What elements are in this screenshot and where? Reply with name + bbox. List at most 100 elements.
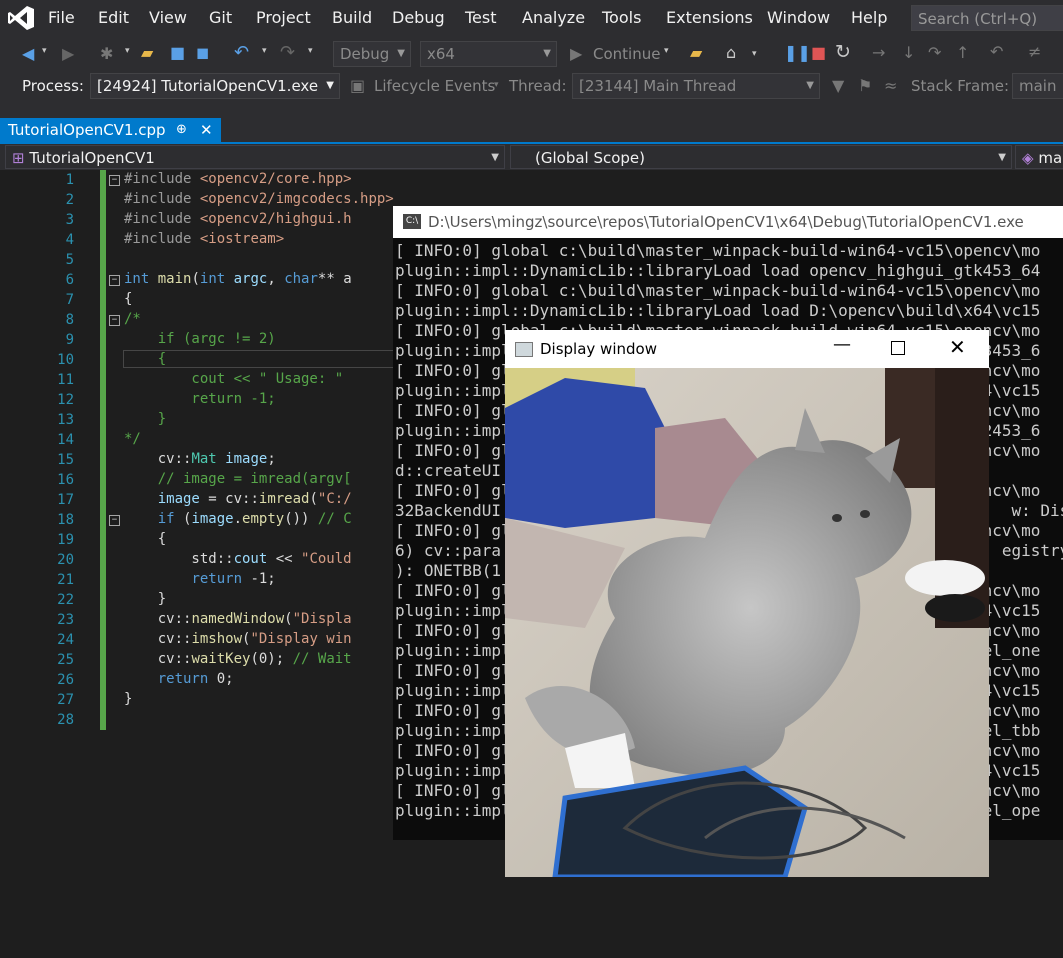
minimize-icon[interactable]: — [833, 334, 851, 355]
line-number: 16 [57, 472, 74, 488]
format-icon[interactable]: ≠ [1028, 42, 1041, 61]
display-window-title-bar[interactable]: Display window — ✕ [505, 330, 989, 368]
code-line: if (image.empty()) // C [157, 511, 352, 527]
scope-dropdown[interactable]: (Global Scope) ▼ [510, 145, 1012, 169]
search-input[interactable]: Search (Ctrl+Q) [911, 5, 1063, 31]
visual-studio-logo-icon[interactable] [6, 4, 36, 32]
line-number: 19 [57, 532, 74, 548]
open-folder-icon[interactable]: ▰ [141, 43, 153, 62]
undo-icon[interactable]: ↶ [234, 42, 249, 63]
fold-toggle-icon[interactable]: − [109, 175, 120, 186]
save-all-icon[interactable]: ◼ [196, 43, 209, 62]
code-line: { [124, 531, 167, 547]
line-number: 6 [65, 272, 74, 288]
new-project-icon[interactable]: ✱ [100, 44, 113, 63]
application-insights-icon[interactable]: ⌂ [726, 43, 736, 62]
show-threads-icon[interactable]: ≈ [884, 76, 897, 95]
code-line: } [124, 411, 167, 427]
lifecycle-events-button[interactable]: Lifecycle Events [374, 77, 495, 95]
insights-dropdown-icon[interactable]: ▾ [752, 49, 757, 59]
menu-edit[interactable]: Edit [98, 8, 129, 27]
project-name: TutorialOpenCV1 [29, 149, 155, 167]
code-line: #include <iostream> [124, 231, 285, 247]
menu-help[interactable]: Help [851, 8, 887, 27]
line-number: 9 [65, 332, 74, 348]
step-into-icon[interactable]: ↓ [902, 43, 915, 62]
continue-button[interactable]: Continue [593, 45, 660, 63]
line-number: 28 [57, 712, 74, 728]
thread-select[interactable]: [23144] Main Thread ▼ [572, 73, 820, 99]
undo-dropdown-icon[interactable]: ▾ [262, 46, 267, 56]
console-title: D:\Users\mingz\source\repos\TutorialOpen… [428, 213, 1024, 231]
close-icon[interactable]: ✕ [949, 335, 966, 359]
process-select[interactable]: [24924] TutorialOpenCV1.exe ▼ [90, 73, 340, 99]
back-dropdown-icon[interactable]: ▾ [42, 46, 47, 56]
pin-tab-icon[interactable]: ⊕ [176, 118, 187, 142]
line-number: 15 [57, 452, 74, 468]
window-app-icon [515, 342, 533, 357]
code-line: cout << " Usage: " [124, 371, 344, 387]
solution-platform-select[interactable]: x64 ▼ [420, 41, 557, 67]
code-line: #include <opencv2/highgui.h [124, 211, 352, 227]
redo-dropdown-icon[interactable]: ▾ [308, 46, 313, 56]
fold-toggle-icon[interactable]: − [109, 515, 120, 526]
member-dropdown[interactable]: ◈ ma [1015, 145, 1063, 169]
break-all-icon[interactable]: ❚❚ [784, 43, 811, 62]
console-title-bar[interactable]: C:\ D:\Users\mingz\source\repos\Tutorial… [393, 206, 1063, 238]
code-line: int main(int argc, char** a [124, 271, 352, 287]
line-number: 1 [65, 172, 74, 188]
line-number: 13 [57, 412, 74, 428]
flag-threads-icon[interactable]: ⚑ [858, 76, 872, 95]
line-number: 24 [57, 632, 74, 648]
new-project-dropdown-icon[interactable]: ▾ [125, 46, 130, 56]
close-tab-icon[interactable]: ✕ [200, 118, 213, 142]
tab-title: TutorialOpenCV1.cpp [8, 121, 166, 139]
solution-configuration-select[interactable]: Debug ▼ [333, 41, 411, 67]
project-dropdown[interactable]: ⊞ TutorialOpenCV1 ▼ [5, 145, 505, 169]
project-icon: ⊞ [12, 149, 25, 167]
restart-icon[interactable]: ↻ [835, 41, 851, 63]
save-icon[interactable]: ■ [170, 43, 185, 62]
menu-file[interactable]: File [48, 8, 75, 27]
process-label: Process: [22, 77, 84, 95]
redo-icon[interactable]: ↷ [280, 42, 295, 63]
find-in-files-icon[interactable]: ▰ [690, 43, 702, 62]
code-line: } [124, 591, 167, 607]
line-number: 11 [57, 372, 74, 388]
menu-test[interactable]: Test [465, 8, 497, 27]
step-out-icon[interactable]: ↑ [956, 43, 969, 62]
scope-name: (Global Scope) [535, 149, 646, 167]
menu-analyze[interactable]: Analyze [522, 8, 585, 27]
menu-extensions[interactable]: Extensions [666, 8, 753, 27]
fold-toggle-icon[interactable]: − [109, 275, 120, 286]
line-number: 2 [65, 192, 74, 208]
menu-debug[interactable]: Debug [392, 8, 445, 27]
stack-frame-select[interactable]: main [1012, 73, 1063, 99]
menu-build[interactable]: Build [332, 8, 372, 27]
line-number: 27 [57, 692, 74, 708]
menu-git[interactable]: Git [209, 8, 232, 27]
hot-reload-icon[interactable]: ↶ [990, 42, 1003, 61]
stop-debugging-icon[interactable]: ■ [811, 43, 826, 62]
back-icon[interactable]: ◀ [22, 44, 34, 63]
maximize-icon[interactable] [891, 341, 905, 355]
fold-toggle-icon[interactable]: − [109, 315, 120, 326]
menu-project[interactable]: Project [256, 8, 311, 27]
continue-dropdown-icon[interactable]: ▾ [664, 46, 669, 56]
filter-icon[interactable]: ▼ [832, 76, 844, 95]
tab-tutorialopencv1-cpp[interactable]: TutorialOpenCV1.cpp ⊕ ✕ [0, 118, 221, 142]
lifecycle-dropdown-icon[interactable]: ▾ [494, 80, 499, 90]
console-line: [ INFO:0] global c:\build\master_winpack… [395, 281, 1041, 300]
continue-play-icon[interactable]: ▶ [570, 44, 582, 63]
menu-view[interactable]: View [149, 8, 187, 27]
line-number: 8 [65, 312, 74, 328]
menu-window[interactable]: Window [767, 8, 830, 27]
line-number: 18 [57, 512, 74, 528]
thread-label: Thread: [509, 77, 567, 95]
step-over-icon[interactable]: ↷ [928, 43, 941, 62]
forward-icon[interactable]: ▶ [62, 44, 74, 63]
menu-tools[interactable]: Tools [602, 8, 641, 27]
show-next-statement-icon[interactable]: → [872, 43, 885, 62]
lifecycle-events-icon[interactable]: ▣ [350, 76, 365, 95]
console-line: [ INFO:0] global c:\build\master_winpack… [395, 241, 1041, 260]
